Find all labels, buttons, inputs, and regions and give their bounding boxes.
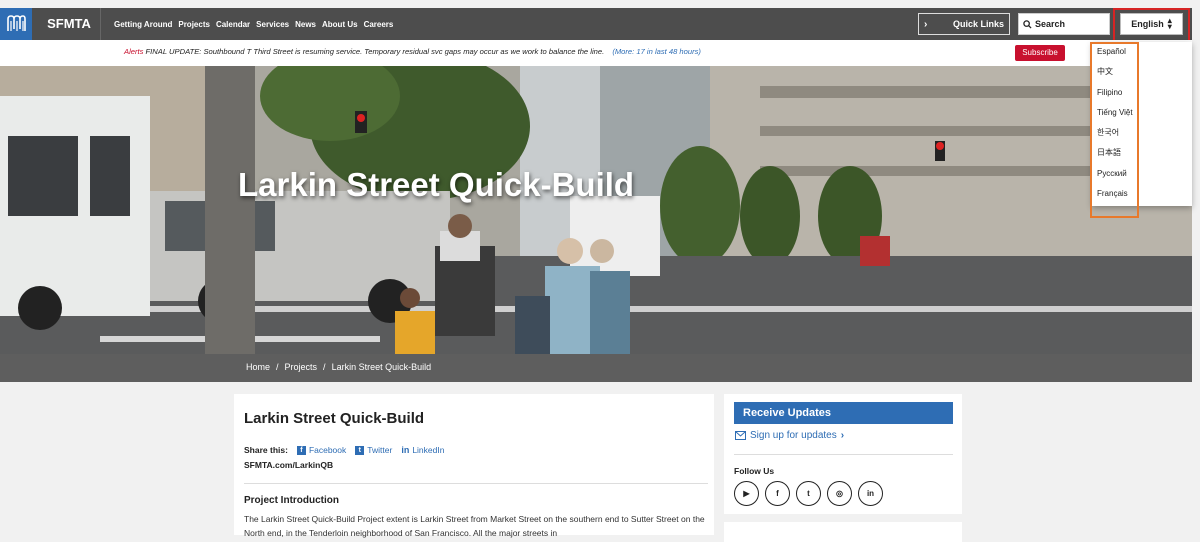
linkedin-icon: in: [401, 445, 410, 455]
breadcrumb-separator: /: [323, 362, 326, 372]
alert-bar: Alerts FINAL UPDATE: Southbound T Third …: [0, 40, 1192, 66]
nav-calendar[interactable]: Calendar: [216, 20, 250, 29]
chevron-right-icon: ›: [840, 430, 845, 441]
youtube-icon[interactable]: ▶: [734, 481, 759, 506]
signup-label: Sign up for updates: [750, 430, 837, 441]
quick-links-button[interactable]: › Quick Links: [918, 13, 1010, 35]
facebook-icon[interactable]: f: [765, 481, 790, 506]
breadcrumb-projects[interactable]: Projects: [285, 362, 318, 372]
nav-projects[interactable]: Projects: [178, 20, 210, 29]
main-nav: Getting Around Projects Calendar Service…: [114, 8, 393, 40]
language-selector[interactable]: English ▴ ▾: [1120, 13, 1183, 35]
subscribe-button[interactable]: Subscribe: [1015, 45, 1065, 61]
facebook-icon: f: [296, 445, 306, 455]
chevron-right-icon: ›: [924, 18, 928, 30]
search-box[interactable]: Search: [1018, 13, 1110, 35]
sidebar-card: [724, 522, 962, 542]
sort-arrows-icon: ▴ ▾: [1167, 16, 1172, 31]
quick-links-label: Quick Links: [952, 19, 1004, 29]
search-placeholder: Search: [1035, 19, 1066, 29]
nav-getting-around[interactable]: Getting Around: [114, 20, 172, 29]
receive-updates-heading: Receive Updates: [734, 402, 953, 424]
linkedin-icon[interactable]: in: [858, 481, 883, 506]
intro-heading: Project Introduction: [244, 495, 339, 506]
twitter-icon[interactable]: t: [796, 481, 821, 506]
breadcrumb-current: Larkin Street Quick-Build: [331, 362, 432, 372]
share-linkedin-label: LinkedIn: [412, 445, 445, 455]
social-links: ▶ f t ◎ in: [734, 481, 883, 506]
share-twitter-label: Twitter: [367, 445, 393, 455]
follow-us-label: Follow Us: [734, 466, 775, 476]
envelope-icon: [735, 431, 746, 440]
divider: [734, 454, 953, 455]
short-url: SFMTA.com/LarkinQB: [244, 460, 334, 470]
language-options-highlight: [1090, 42, 1139, 218]
share-linkedin[interactable]: in LinkedIn: [401, 445, 444, 455]
sfmta-logo-icon[interactable]: [0, 8, 32, 40]
brand-name[interactable]: SFMTA: [38, 8, 100, 40]
instagram-icon[interactable]: ◎: [827, 481, 852, 506]
twitter-icon: t: [355, 445, 365, 455]
share-label: Share this:: [244, 445, 288, 455]
share-facebook[interactable]: f Facebook: [296, 445, 347, 455]
top-navigation-bar: SFMTA Getting Around Projects Calendar S…: [0, 8, 1192, 48]
nav-careers[interactable]: Careers: [364, 20, 394, 29]
breadcrumb-home[interactable]: Home: [246, 362, 270, 372]
nav-services[interactable]: Services: [256, 20, 289, 29]
divider: [244, 483, 708, 484]
alert-text: FINAL UPDATE: Southbound T Third Street …: [145, 47, 605, 56]
alert-label: Alerts: [124, 47, 144, 56]
breadcrumb-separator: /: [276, 362, 279, 372]
nav-news[interactable]: News: [295, 20, 316, 29]
share-facebook-label: Facebook: [308, 445, 347, 455]
nav-about-us[interactable]: About Us: [322, 20, 358, 29]
breadcrumb: Home / Projects / Larkin Street Quick-Bu…: [246, 362, 431, 372]
intro-text: The Larkin Street Quick-Build Project ex…: [244, 514, 705, 538]
alert-more-link[interactable]: (More: 17 in last 48 hours): [612, 47, 701, 56]
alert-message[interactable]: Alerts FINAL UPDATE: Southbound T Third …: [124, 47, 701, 56]
divider: [100, 8, 101, 40]
updates-card: Receive Updates Sign up for updates › Fo…: [724, 394, 962, 514]
share-twitter[interactable]: t Twitter: [355, 445, 392, 455]
hero-banner: Larkin Street Quick-Build: [0, 66, 1192, 354]
search-icon: [1023, 19, 1032, 29]
page-title: Larkin Street Quick-Build: [244, 410, 425, 427]
breadcrumb-bar: Home / Projects / Larkin Street Quick-Bu…: [0, 354, 1192, 382]
share-row: Share this: f Facebook t Twitter in LinkedI…: [244, 445, 444, 455]
signup-link[interactable]: Sign up for updates ›: [735, 430, 844, 441]
hero-title: Larkin Street Quick-Build: [238, 166, 635, 203]
language-current: English: [1131, 19, 1164, 29]
main-content: Larkin Street Quick-Build Share this: fF…: [234, 394, 714, 538]
hero-street-photo: [0, 66, 1192, 354]
